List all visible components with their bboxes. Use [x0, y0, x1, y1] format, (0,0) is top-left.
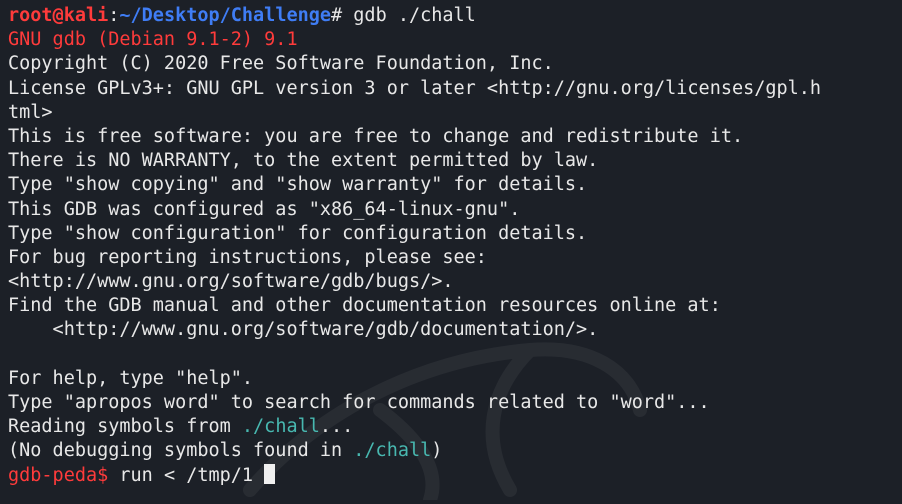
prompt-symbol: # — [331, 5, 343, 26]
manual-line: Find the GDB manual and other documentat… — [8, 295, 721, 317]
reading-symbols-line: Reading symbols from ./chall... — [8, 415, 902, 439]
show-copying-line: Type "show copying" and "show warranty" … — [8, 174, 588, 196]
show-configuration-line: Type "show configuration" for configurat… — [8, 222, 588, 244]
shell-prompt-line: root@kali:~/Desktop/Challenge# gdb ./cha… — [8, 4, 902, 28]
terminal-cursor — [264, 463, 276, 484]
copyright-line: Copyright (C) 2020 Free Software Foundat… — [8, 53, 554, 75]
nodebug-prefix: (No debugging symbols found in — [8, 440, 354, 462]
reading-suffix: ... — [319, 416, 354, 438]
configured-line: This GDB was configured as "x86_64-linux… — [8, 198, 521, 220]
peda-prompt: gdb-peda$ — [8, 464, 109, 486]
prompt-command: gdb ./chall — [342, 5, 476, 26]
documentation-url-line: <http://www.gnu.org/software/gdb/documen… — [8, 319, 599, 341]
prompt-user-host: root@kali — [8, 5, 109, 26]
help-line: For help, type "help". — [8, 367, 254, 389]
license-line-wrap: tml> — [8, 101, 53, 123]
bug-report-line: For bug reporting instructions, please s… — [8, 246, 487, 268]
peda-prompt-line[interactable]: gdb-peda$ run < /tmp/1 — [8, 463, 902, 488]
gdb-version-line: GNU gdb (Debian 9.1-2) 9.1 — [8, 29, 298, 51]
bugs-url-line: <http://www.gnu.org/software/gdb/bugs/>. — [8, 271, 454, 293]
free-software-line: This is free software: you are free to c… — [8, 125, 744, 147]
reading-file-path: ./chall — [241, 416, 320, 438]
terminal-window[interactable]: root@kali:~/Desktop/Challenge# gdb ./cha… — [0, 0, 902, 504]
apropos-line: Type "apropos word" to search for comman… — [8, 392, 710, 413]
no-debug-symbols-line: (No debugging symbols found in ./chall) — [8, 439, 902, 463]
nodebug-file-path: ./chall — [353, 440, 432, 462]
license-line: License GPLv3+: GNU GPL version 3 or lat… — [8, 77, 822, 99]
prompt-path: ~/Desktop/Challenge — [119, 5, 332, 26]
prompt-separator: : — [108, 5, 120, 26]
peda-command-input[interactable]: run < /tmp/1 — [108, 465, 264, 486]
no-warranty-line: There is NO WARRANTY, to the extent perm… — [8, 150, 599, 172]
reading-prefix: Reading symbols from — [8, 416, 242, 438]
nodebug-suffix: ) — [431, 440, 443, 462]
